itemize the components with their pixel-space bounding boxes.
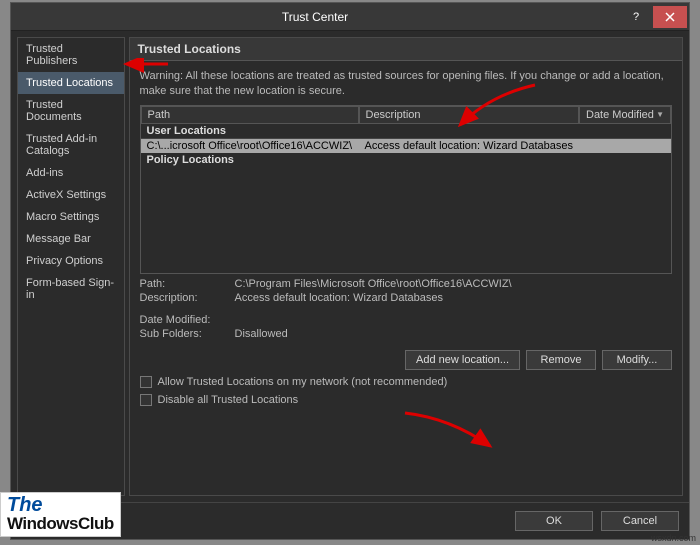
- cell-desc: Access default location: Wizard Database…: [359, 139, 580, 153]
- disable-all-label: Disable all Trusted Locations: [158, 394, 299, 406]
- sidebar-item-trusted-publishers[interactable]: Trusted Publishers: [18, 38, 124, 72]
- button-row: Add new location... Remove Modify...: [140, 350, 673, 370]
- group-policy-locations: Policy Locations: [141, 153, 672, 167]
- trust-center-window: Trust Center ? Trusted Publishers Truste…: [10, 2, 690, 540]
- detail-date-label: Date Modified:: [140, 314, 235, 326]
- watermark-logo: The WindowsClub: [0, 492, 121, 537]
- corner-watermark: wsxdn.com: [651, 533, 696, 543]
- annotation-arrow-icon: [450, 80, 540, 130]
- details-grid: Path: C:\Program Files\Microsoft Office\…: [140, 278, 673, 340]
- annotation-arrow-icon: [400, 408, 500, 453]
- disable-all-checkbox[interactable]: [140, 394, 152, 406]
- detail-date-value: [235, 314, 673, 326]
- detail-subfolders-label: Sub Folders:: [140, 328, 235, 340]
- detail-path-value: C:\Program Files\Microsoft Office\root\O…: [235, 278, 673, 290]
- detail-path-label: Path:: [140, 278, 235, 290]
- warning-text: Warning: All these locations are treated…: [140, 69, 673, 99]
- allow-network-checkbox[interactable]: [140, 376, 152, 388]
- sidebar-item-privacy-options[interactable]: Privacy Options: [18, 250, 124, 272]
- close-icon: [665, 12, 675, 22]
- annotation-arrow-icon: [120, 58, 170, 78]
- ok-button[interactable]: OK: [515, 511, 593, 531]
- sidebar-item-trusted-addin-catalogs[interactable]: Trusted Add-in Catalogs: [18, 128, 124, 162]
- modify-button[interactable]: Modify...: [602, 350, 672, 370]
- table-header: Path Description Date Modified▼: [141, 106, 672, 124]
- group-user-locations: User Locations: [141, 124, 672, 139]
- add-new-location-button[interactable]: Add new location...: [405, 350, 520, 370]
- help-button[interactable]: ?: [619, 6, 653, 28]
- remove-button[interactable]: Remove: [526, 350, 596, 370]
- allow-network-row[interactable]: Allow Trusted Locations on my network (n…: [140, 376, 673, 388]
- detail-desc-label: Description:: [140, 292, 235, 304]
- sidebar: Trusted Publishers Trusted Locations Tru…: [17, 37, 125, 496]
- cell-date: [579, 139, 671, 153]
- sidebar-item-trusted-locations[interactable]: Trusted Locations: [18, 72, 124, 94]
- disable-all-row[interactable]: Disable all Trusted Locations: [140, 394, 673, 406]
- table-row[interactable]: C:\...icrosoft Office\root\Office16\ACCW…: [141, 139, 672, 153]
- sidebar-item-form-based-signin[interactable]: Form-based Sign-in: [18, 272, 124, 306]
- locations-table: Path Description Date Modified▼ User Loc…: [140, 105, 673, 274]
- sort-arrow-icon: ▼: [656, 110, 664, 119]
- sidebar-item-macro-settings[interactable]: Macro Settings: [18, 206, 124, 228]
- sidebar-item-message-bar[interactable]: Message Bar: [18, 228, 124, 250]
- detail-subfolders-value: Disallowed: [235, 328, 673, 340]
- sidebar-item-trusted-documents[interactable]: Trusted Documents: [18, 94, 124, 128]
- sidebar-item-activex-settings[interactable]: ActiveX Settings: [18, 184, 124, 206]
- table-empty-area: Policy Locations: [141, 153, 672, 273]
- col-path[interactable]: Path: [141, 106, 359, 124]
- detail-desc-value: Access default location: Wizard Database…: [235, 292, 673, 304]
- section-header: Trusted Locations: [130, 38, 683, 61]
- allow-network-label: Allow Trusted Locations on my network (n…: [158, 376, 448, 388]
- close-button[interactable]: [653, 6, 687, 28]
- dialog-body: Trusted Publishers Trusted Locations Tru…: [11, 31, 689, 502]
- window-title: Trust Center: [11, 10, 619, 24]
- col-date-modified[interactable]: Date Modified▼: [579, 106, 671, 124]
- cancel-button[interactable]: Cancel: [601, 511, 679, 531]
- titlebar: Trust Center ?: [11, 3, 689, 31]
- sidebar-item-addins[interactable]: Add-ins: [18, 162, 124, 184]
- cell-path: C:\...icrosoft Office\root\Office16\ACCW…: [141, 139, 359, 153]
